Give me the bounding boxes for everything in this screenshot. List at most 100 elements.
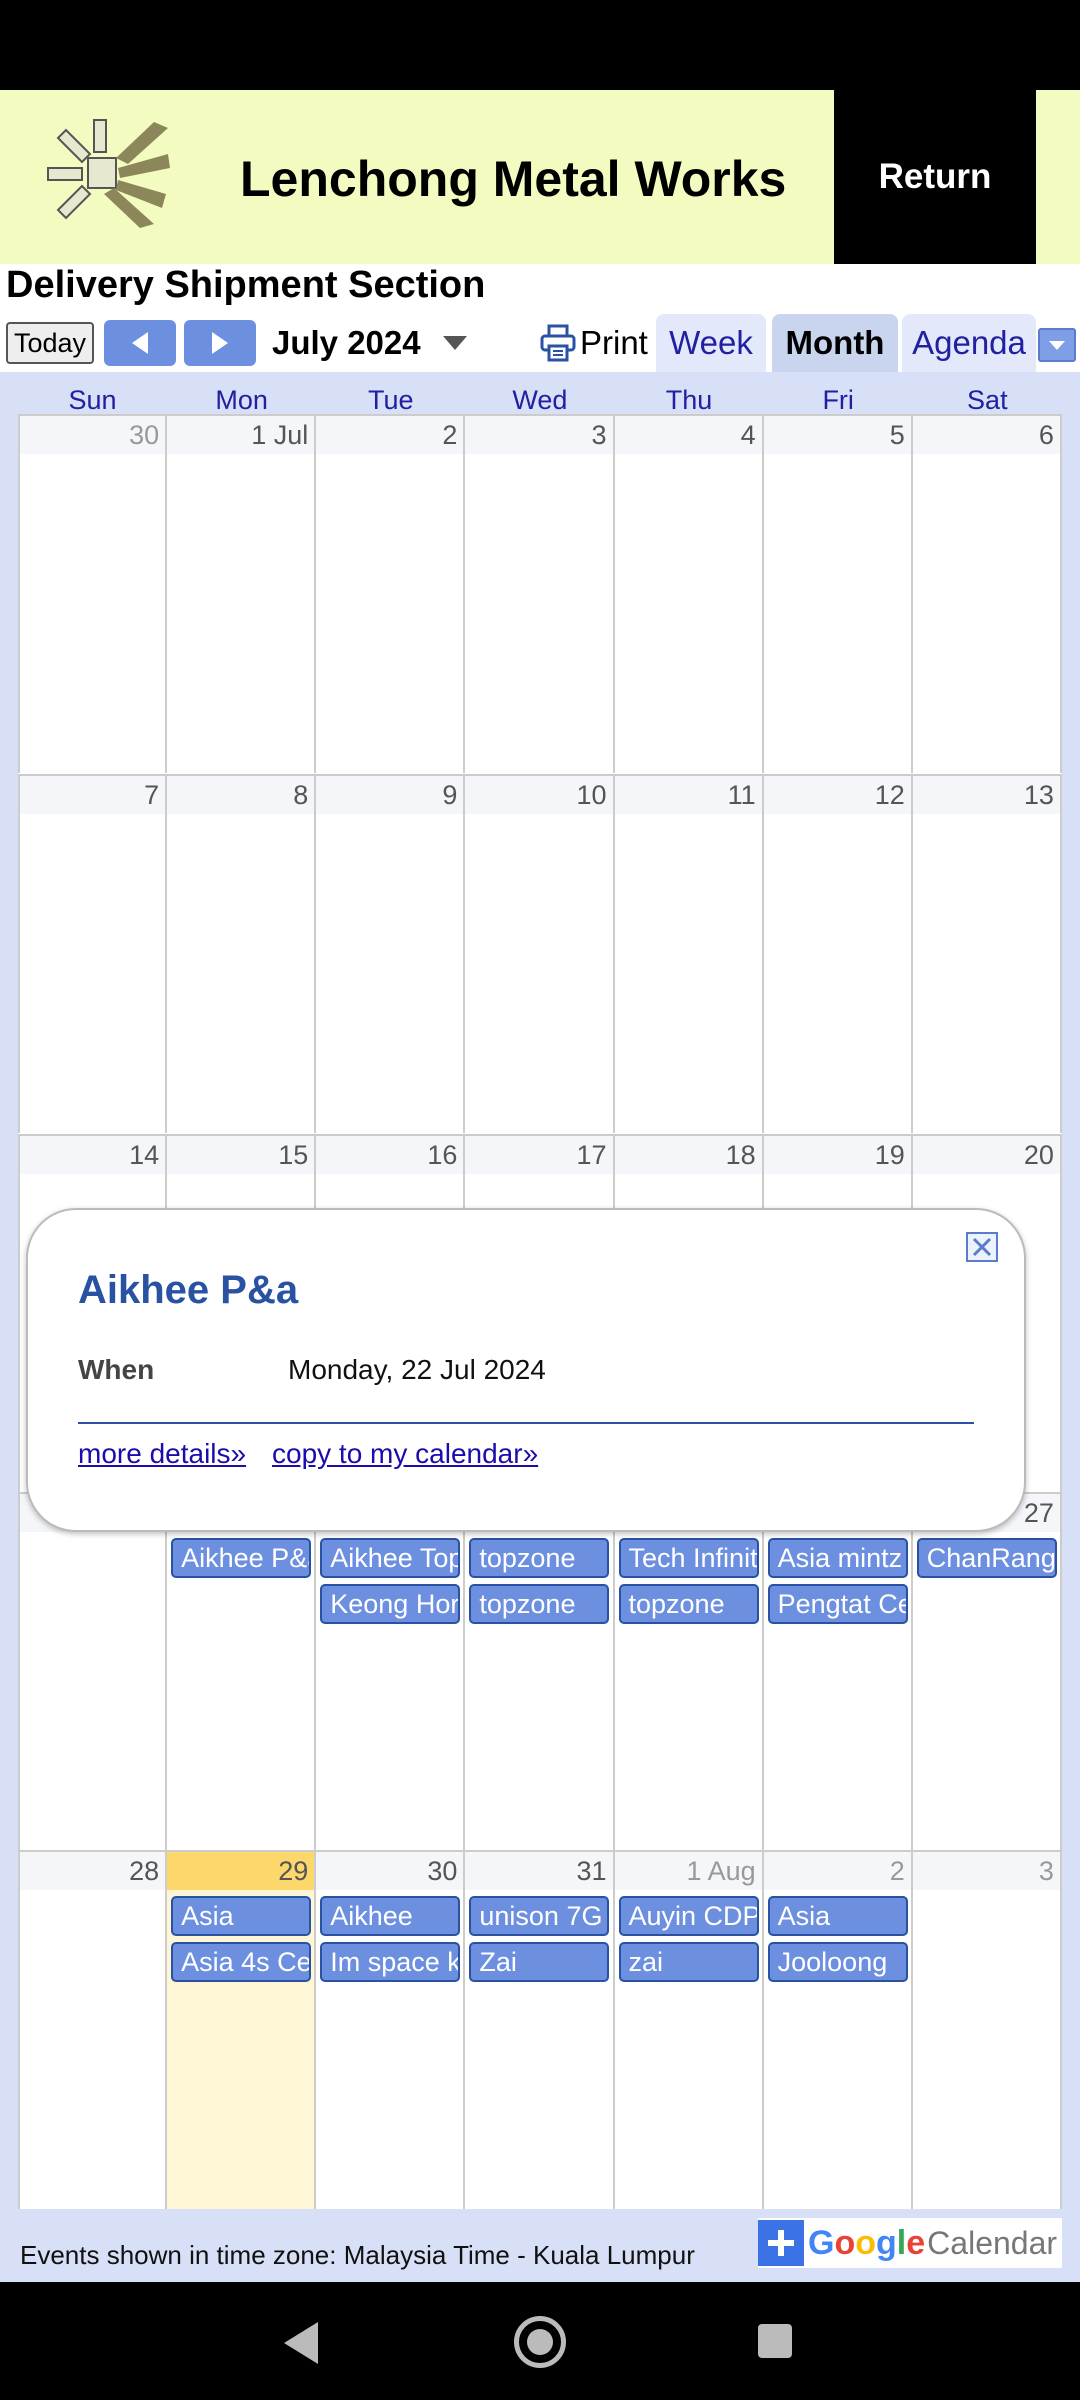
- day-number: 2: [316, 416, 464, 454]
- day-cell[interactable]: 3: [912, 1852, 1062, 2209]
- day-number: 16: [316, 1136, 464, 1174]
- day-cell[interactable]: 9: [316, 776, 466, 1133]
- divider: [78, 1422, 974, 1424]
- google-wordmark: Google: [808, 2223, 926, 2262]
- day-cell-today[interactable]: 29 Asia Asia 4s Ce: [167, 1852, 317, 2209]
- day-number: 10: [465, 776, 613, 814]
- day-cell[interactable]: 28: [18, 1852, 168, 2209]
- day-cell[interactable]: 1 Jul: [167, 416, 317, 773]
- calendar-event[interactable]: topzone: [469, 1584, 610, 1624]
- prev-month-button[interactable]: [104, 320, 176, 366]
- tab-week[interactable]: Week: [656, 314, 766, 372]
- day-cell[interactable]: 31 unison 7G Zai: [465, 1852, 615, 2209]
- dow-label: Thu: [665, 385, 713, 415]
- calendar-event[interactable]: Tech Infinit: [618, 1538, 759, 1578]
- day-number: 18: [614, 1136, 762, 1174]
- day-number: 28: [20, 1852, 166, 1890]
- calendar-toolbar: Today July 2024 Print Week Month Agenda: [0, 314, 1080, 372]
- day-number: 31: [465, 1852, 613, 1890]
- calendar-event[interactable]: unison 7G: [469, 1896, 610, 1936]
- calendar-event[interactable]: Asia: [767, 1896, 908, 1936]
- day-number: 19: [763, 1136, 911, 1174]
- day-cell[interactable]: 1 Aug Auyin CDP zai: [614, 1852, 764, 2209]
- week-row: 30 1 Jul 2 3 4 5 6: [18, 414, 1062, 773]
- calendar-event[interactable]: Jooloong: [767, 1942, 908, 1982]
- calendar-event[interactable]: Zai: [469, 1942, 610, 1982]
- when-label: When: [78, 1354, 155, 1385]
- week-row: 21 22 Aikhee P&a 23 Aikhee Top Keong Hor…: [18, 1492, 1062, 1851]
- day-cell[interactable]: 2 Asia Jooloong: [763, 1852, 913, 2209]
- day-number: 15: [167, 1136, 315, 1174]
- logo-icon: [47, 119, 170, 228]
- day-number: 4: [614, 416, 762, 454]
- day-cell[interactable]: 11: [614, 776, 764, 1133]
- day-cell[interactable]: 12: [763, 776, 913, 1133]
- day-cell[interactable]: 26 Asia mintz Pengtat Ce: [763, 1494, 913, 1851]
- calendar-event[interactable]: Im space k: [320, 1942, 461, 1982]
- calendar-event[interactable]: Auyin CDP: [618, 1896, 759, 1936]
- day-cell[interactable]: 7: [18, 776, 168, 1133]
- week-row: 28 29 Asia Asia 4s Ce 30 Aikhee Im space…: [18, 1850, 1062, 2209]
- calendar-event[interactable]: topzone: [618, 1584, 759, 1624]
- calendar-event[interactable]: Asia: [171, 1896, 312, 1936]
- day-number: 29: [167, 1852, 315, 1890]
- calendar-event[interactable]: Aikhee: [320, 1896, 461, 1936]
- day-cell[interactable]: 13: [912, 776, 1062, 1133]
- day-number: 17: [465, 1136, 613, 1174]
- day-number: 30: [20, 416, 166, 454]
- calendar-event[interactable]: zai: [618, 1942, 759, 1982]
- more-details-link[interactable]: more details»: [78, 1438, 246, 1470]
- calendar-event[interactable]: Aikhee P&a: [171, 1538, 312, 1578]
- day-cell[interactable]: 30 Aikhee Im space k: [316, 1852, 466, 2209]
- day-number: 7: [20, 776, 166, 814]
- chevron-down-icon: [1049, 341, 1065, 350]
- recent-apps-icon[interactable]: [758, 2324, 792, 2358]
- dow-label: Sun: [68, 385, 117, 415]
- day-cell[interactable]: 8: [167, 776, 317, 1133]
- tab-month[interactable]: Month: [772, 314, 898, 372]
- day-cell[interactable]: 25 Tech Infinit topzone: [614, 1494, 764, 1851]
- next-month-button[interactable]: [184, 320, 256, 366]
- calendar-event[interactable]: Pengtat Ce: [767, 1584, 908, 1624]
- calendar-event[interactable]: ChanRang: [916, 1538, 1057, 1578]
- plus-icon: [758, 2220, 804, 2266]
- day-cell[interactable]: 2: [316, 416, 466, 773]
- back-icon[interactable]: [284, 2322, 318, 2364]
- day-cell[interactable]: 6: [912, 416, 1062, 773]
- google-calendar-button[interactable]: Google Calendar: [758, 2218, 1062, 2268]
- print-button[interactable]: Print: [540, 322, 648, 364]
- copy-to-calendar-link[interactable]: copy to my calendar»: [272, 1438, 538, 1470]
- day-cell[interactable]: 24 topzone topzone: [465, 1494, 615, 1851]
- day-cell[interactable]: 27 ChanRang: [912, 1494, 1062, 1851]
- close-button[interactable]: [966, 1232, 998, 1262]
- close-icon: [972, 1237, 992, 1257]
- calendar-event[interactable]: Asia 4s Ce: [171, 1942, 312, 1982]
- when-value: Monday, 22 Jul 2024: [288, 1354, 546, 1385]
- day-of-week-header: Sun Mon Tue Wed Thu Fri Sat: [18, 384, 1062, 416]
- calendar-event[interactable]: Aikhee Top: [320, 1538, 461, 1578]
- dow-label: Tue: [368, 385, 414, 415]
- day-cell[interactable]: 10: [465, 776, 615, 1133]
- home-icon[interactable]: [514, 2316, 566, 2368]
- day-number: 3: [912, 1852, 1060, 1890]
- day-cell[interactable]: 30: [18, 416, 168, 773]
- view-menu-button[interactable]: [1038, 328, 1076, 362]
- status-bar: [0, 0, 1080, 90]
- printer-icon: [540, 324, 576, 362]
- calendar-event[interactable]: topzone: [469, 1538, 610, 1578]
- calendar-event[interactable]: Asia mintz: [767, 1538, 908, 1578]
- dropdown-caret-icon[interactable]: [443, 336, 467, 350]
- day-cell[interactable]: 23 Aikhee Top Keong Hor: [316, 1494, 466, 1851]
- dow-label: Mon: [215, 385, 268, 415]
- return-button[interactable]: Return: [834, 90, 1036, 264]
- day-number: 14: [20, 1136, 166, 1174]
- today-button[interactable]: Today: [6, 322, 94, 364]
- day-cell[interactable]: 5: [763, 416, 913, 773]
- calendar-event[interactable]: Keong Hor: [320, 1584, 461, 1624]
- day-cell[interactable]: 4: [614, 416, 764, 773]
- month-label[interactable]: July 2024: [272, 324, 421, 362]
- day-cell[interactable]: 3: [465, 416, 615, 773]
- day-cell[interactable]: 22 Aikhee P&a: [167, 1494, 317, 1851]
- tab-agenda[interactable]: Agenda: [902, 314, 1036, 372]
- day-cell[interactable]: 21: [18, 1494, 168, 1851]
